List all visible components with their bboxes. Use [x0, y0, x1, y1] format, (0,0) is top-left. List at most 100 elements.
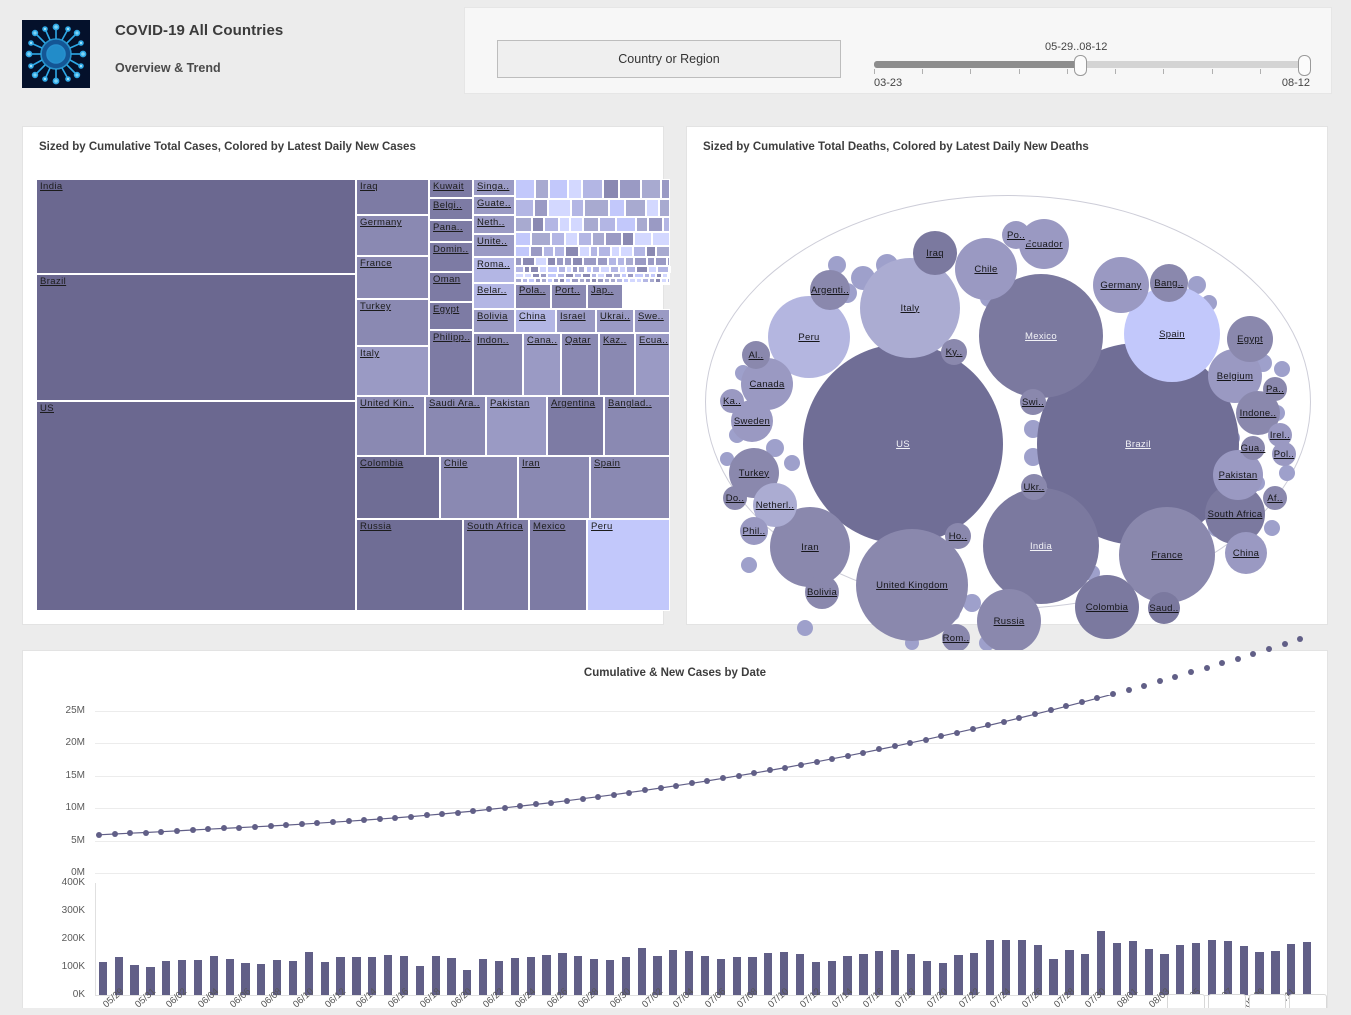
- bubble-node[interactable]: Ukr..: [1021, 474, 1047, 500]
- line-data-point[interactable]: [502, 805, 508, 811]
- line-data-point[interactable]: [236, 825, 242, 831]
- treemap-tile[interactable]: [558, 266, 566, 273]
- bar[interactable]: [1240, 946, 1248, 995]
- treemap-tile[interactable]: [515, 199, 534, 217]
- treemap-tile[interactable]: [551, 232, 565, 245]
- bubble-node[interactable]: [1274, 361, 1290, 377]
- bubble-node[interactable]: Do..: [723, 486, 747, 510]
- treemap-tile[interactable]: [605, 232, 622, 245]
- bubble-node[interactable]: Pol..: [1272, 442, 1296, 466]
- treemap-tile[interactable]: Bolivia: [473, 309, 515, 333]
- bubble-node[interactable]: Iraq: [913, 231, 957, 275]
- line-data-point[interactable]: [299, 821, 305, 827]
- bar[interactable]: [511, 958, 519, 995]
- treemap-tile[interactable]: [659, 199, 670, 217]
- date-range-slider[interactable]: 05-29..08-12 03-23 08-12: [870, 28, 1310, 86]
- treemap-tile[interactable]: Cana..: [523, 333, 561, 396]
- treemap-tile[interactable]: [549, 179, 568, 199]
- bar[interactable]: [162, 961, 170, 995]
- treemap-tile[interactable]: [583, 217, 599, 233]
- line-data-point[interactable]: [1204, 665, 1210, 671]
- bubble-node[interactable]: Russia: [977, 589, 1041, 653]
- bubble-node[interactable]: Ky..: [941, 339, 967, 365]
- treemap-tile[interactable]: [583, 257, 597, 266]
- treemap-tile[interactable]: [661, 179, 670, 199]
- treemap-tile[interactable]: [559, 217, 570, 233]
- treemap-tile[interactable]: [570, 217, 583, 233]
- bar[interactable]: [289, 961, 297, 995]
- treemap-tile[interactable]: [636, 266, 648, 273]
- treemap-tile[interactable]: [599, 217, 616, 233]
- bubble-node[interactable]: Saud..: [1148, 592, 1180, 624]
- treemap-tile[interactable]: [592, 266, 601, 273]
- treemap-tile[interactable]: [655, 257, 667, 266]
- treemap-tile[interactable]: Guate..: [473, 196, 515, 215]
- treemap-tile[interactable]: Singa..: [473, 179, 515, 196]
- treemap-tile[interactable]: Chile: [440, 456, 518, 519]
- treemap-tile[interactable]: [565, 246, 579, 257]
- line-data-point[interactable]: [377, 816, 383, 822]
- treemap-tile[interactable]: Italy: [356, 346, 429, 396]
- treemap-tile[interactable]: [548, 199, 572, 217]
- line-data-point[interactable]: [970, 726, 976, 732]
- bar[interactable]: [447, 958, 455, 995]
- treemap-tile[interactable]: [625, 199, 645, 217]
- treemap-tile[interactable]: [600, 266, 610, 273]
- bubble-node[interactable]: Rom..: [942, 624, 970, 652]
- bubble-node[interactable]: Phil..: [740, 517, 768, 545]
- treemap-tile[interactable]: Banglad..: [604, 396, 670, 456]
- treemap-tile[interactable]: [603, 179, 620, 199]
- bar[interactable]: [99, 962, 107, 995]
- treemap-tile[interactable]: [532, 217, 544, 233]
- treemap-tile[interactable]: [547, 257, 556, 266]
- treemap-tile[interactable]: Egypt: [429, 302, 473, 330]
- line-data-point[interactable]: [1219, 660, 1225, 666]
- bar[interactable]: [986, 940, 994, 995]
- bar[interactable]: [1113, 943, 1121, 995]
- treemap-tile[interactable]: [543, 246, 554, 257]
- bar[interactable]: [1303, 942, 1311, 995]
- bubble-node[interactable]: Germany: [1093, 257, 1149, 313]
- treemap-tile[interactable]: [530, 266, 539, 273]
- bar[interactable]: [257, 964, 265, 995]
- slider-handle-start[interactable]: [1074, 55, 1087, 76]
- bubble-node[interactable]: Swi..: [1020, 389, 1046, 415]
- bubble-node[interactable]: Ka..: [720, 389, 744, 413]
- line-data-point[interactable]: [268, 823, 274, 829]
- treemap-tile[interactable]: Russia: [356, 519, 463, 611]
- treemap-tile[interactable]: [608, 257, 617, 266]
- treemap-tile[interactable]: Pakistan: [486, 396, 547, 456]
- treemap-tile[interactable]: Oman: [429, 272, 473, 302]
- bar[interactable]: [352, 957, 360, 995]
- treemap-tile[interactable]: Belgi..: [429, 198, 473, 220]
- bar[interactable]: [891, 950, 899, 995]
- line-data-point[interactable]: [923, 737, 929, 743]
- treemap-tile[interactable]: Pola..: [515, 283, 551, 309]
- bar[interactable]: [1208, 940, 1216, 995]
- line-data-point[interactable]: [408, 814, 414, 820]
- treemap-tile[interactable]: Jap..: [587, 283, 623, 309]
- bar[interactable]: [130, 965, 138, 995]
- bubble-node[interactable]: Gua..: [1241, 436, 1265, 460]
- treemap-tile[interactable]: Spain: [590, 456, 670, 519]
- treemap-tile[interactable]: Ecua..: [635, 333, 670, 396]
- bubble-node[interactable]: Bang..: [1150, 264, 1188, 302]
- line-data-point[interactable]: [845, 753, 851, 759]
- bar[interactable]: [1271, 951, 1279, 995]
- trend-chart[interactable]: 0M5M10M15M20M25M0K100K200K300K400K05/290…: [23, 695, 1327, 1005]
- bubble-node[interactable]: [1264, 520, 1280, 536]
- treemap-tile[interactable]: [610, 266, 619, 273]
- bubble-node[interactable]: Pa..: [1263, 377, 1287, 401]
- bubble-node[interactable]: [797, 620, 813, 636]
- bar[interactable]: [1097, 931, 1105, 995]
- treemap-tile[interactable]: Argentina: [547, 396, 604, 456]
- treemap-tile[interactable]: Pana..: [429, 220, 473, 242]
- treemap-tile[interactable]: [598, 246, 612, 257]
- treemap-tile[interactable]: Roma..: [473, 257, 515, 283]
- treemap-tile[interactable]: [547, 266, 558, 273]
- treemap-tile[interactable]: [657, 266, 669, 273]
- treemap-tile[interactable]: Germany: [356, 215, 429, 256]
- treemap-tile[interactable]: [597, 257, 608, 266]
- treemap-tile[interactable]: [634, 232, 652, 245]
- treemap-tile[interactable]: [568, 179, 582, 199]
